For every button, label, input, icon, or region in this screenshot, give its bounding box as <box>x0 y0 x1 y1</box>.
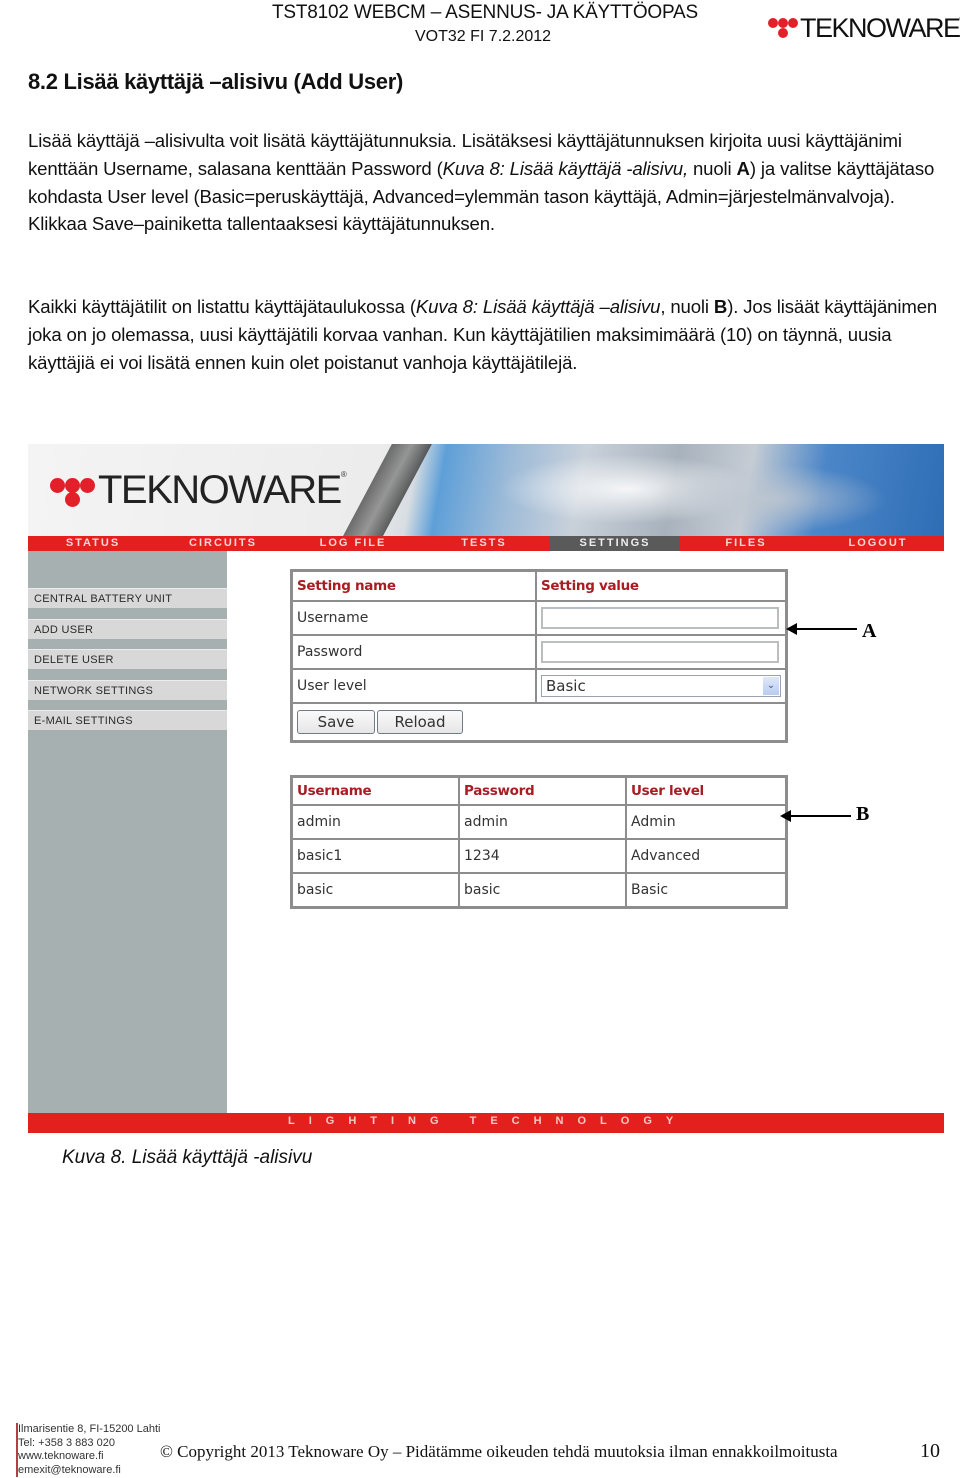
company-address: Ilmarisentie 8, FI-15200 Lahti Tel: +358… <box>16 1423 160 1477</box>
nav-settings[interactable]: SETTINGS <box>550 536 680 551</box>
nav-log-file[interactable]: LOG FILE <box>288 536 418 551</box>
nav-circuits[interactable]: CIRCUITS <box>158 536 288 551</box>
column-header-password: Password <box>459 777 626 805</box>
user-level-selected-value: Basic <box>546 677 586 695</box>
address-line: Ilmarisentie 8, FI-15200 Lahti <box>18 1423 161 1435</box>
users-table-header: Username Password User level <box>292 777 786 805</box>
phone-line: Tel: +358 3 883 020 <box>18 1436 115 1449</box>
cell-user-level: Basic <box>626 873 786 907</box>
document-header-version: VOT32 FI 7.2.2012 <box>415 28 552 45</box>
cell-password: admin <box>459 805 626 839</box>
users-table: Username Password User level admin admin… <box>290 775 788 909</box>
add-user-form: Setting name Setting value Username Pass… <box>290 569 788 743</box>
sidebar-item-central-battery-unit[interactable]: CENTRAL BATTERY UNIT <box>28 588 227 608</box>
sidebar-item-network-settings[interactable]: NETWORK SETTINGS <box>28 680 227 700</box>
cell-password: 1234 <box>459 839 626 873</box>
arrow-left-icon <box>780 810 791 822</box>
footer-tagline: LIGHTING TECHNOLOGY <box>288 1115 688 1127</box>
section-title: 8.2 Lisää käyttäjä –alisivu (Add User) <box>28 69 403 94</box>
nav-files[interactable]: FILES <box>680 536 812 551</box>
annotation-label-b: B <box>856 803 870 825</box>
nav-tests[interactable]: TESTS <box>418 536 550 551</box>
username-input[interactable] <box>541 607 779 629</box>
page-number: 10 <box>920 1440 940 1462</box>
accounts-paragraph: Kaikki käyttäjätilit on listattu käyttäj… <box>28 293 943 376</box>
column-header-setting-value: Setting value <box>536 571 786 601</box>
table-row: admin admin Admin <box>292 805 786 839</box>
annotation-arrow-a <box>786 623 857 635</box>
logo-dots-icon <box>768 14 800 42</box>
figure-caption: Kuva 8. Lisää käyttäjä -alisivu <box>62 1147 313 1168</box>
user-level-select[interactable]: Basic ⌄ <box>541 675 781 697</box>
cell-user-level: Advanced <box>626 839 786 873</box>
column-header-user-level: User level <box>626 777 786 805</box>
registered-mark: ® <box>340 470 347 479</box>
cell-user-level: Admin <box>626 805 786 839</box>
cell-username: admin <box>292 805 459 839</box>
arrow-left-icon <box>786 623 797 635</box>
email-line: emexit@teknoware.fi <box>18 1463 121 1476</box>
save-button[interactable]: Save <box>297 710 375 734</box>
cell-username: basic <box>292 873 459 907</box>
arrow-reference-b: B <box>713 296 728 317</box>
sidebar-item-delete-user[interactable]: DELETE USER <box>28 649 227 669</box>
text-run: , nuoli <box>660 296 714 317</box>
figure-reference: Kuva 8: Lisää käyttäjä –alisivu <box>415 296 661 317</box>
teknoware-logo-header: TEKNOWARE ® <box>768 14 960 42</box>
webui-footer-bar: LIGHTING TECHNOLOGY <box>28 1113 944 1133</box>
logo-dots-icon <box>50 470 98 510</box>
sidebar-item-email-settings[interactable]: E-MAIL SETTINGS <box>28 710 227 730</box>
website-line: www.teknoware.fi <box>18 1450 104 1462</box>
table-row: basic1 1234 Advanced <box>292 839 786 873</box>
main-nav: STATUS CIRCUITS LOG FILE TESTS SETTINGS … <box>28 536 944 551</box>
text-run: nuoli <box>687 157 737 179</box>
banner-swoosh <box>338 444 438 544</box>
intro-paragraph: Lisää käyttäjä –alisivulta voit lisätä k… <box>28 127 943 238</box>
figure-reference: Kuva 8: Lisää käyttäjä -alisivu, <box>442 157 688 179</box>
reload-button[interactable]: Reload <box>377 710 463 734</box>
text-run: Kaikki käyttäjätilit on listattu käyttäj… <box>28 296 416 317</box>
arrow-reference-a: A <box>736 157 750 179</box>
cell-password: basic <box>459 873 626 907</box>
username-label: Username <box>292 601 536 635</box>
logo-wordmark: TEKNOWARE <box>98 468 342 512</box>
webui-screenshot: TEKNOWARE ® STATUS CIRCUITS LOG FILE TES… <box>28 444 944 1133</box>
nav-logout[interactable]: LOGOUT <box>812 536 944 551</box>
table-row: basic basic Basic <box>292 873 786 907</box>
password-label: Password <box>292 635 536 669</box>
sidebar-item-add-user[interactable]: ADD USER <box>28 619 227 639</box>
annotation-label-a: A <box>862 620 877 642</box>
password-input[interactable] <box>541 641 779 663</box>
copyright-notice: © Copyright 2013 Teknoware Oy – Pidätämm… <box>160 1442 838 1461</box>
column-header-username: Username <box>292 777 459 805</box>
nav-status[interactable]: STATUS <box>28 536 158 551</box>
logo-wordmark: TEKNOWARE <box>800 12 960 43</box>
webui-banner: TEKNOWARE ® <box>28 444 944 544</box>
annotation-arrow-b <box>780 810 851 822</box>
column-header-setting-name: Setting name <box>292 571 536 601</box>
document-header-title: TST8102 WEBCM – ASENNUS- JA KÄYTTÖOPAS <box>272 2 698 23</box>
settings-sidebar: CENTRAL BATTERY UNIT ADD USER DELETE USE… <box>28 551 227 1113</box>
cell-username: basic1 <box>292 839 459 873</box>
user-level-label: User level <box>292 669 536 703</box>
chevron-down-icon[interactable]: ⌄ <box>763 677 779 695</box>
teknoware-logo-banner: TEKNOWARE ® <box>50 470 347 510</box>
